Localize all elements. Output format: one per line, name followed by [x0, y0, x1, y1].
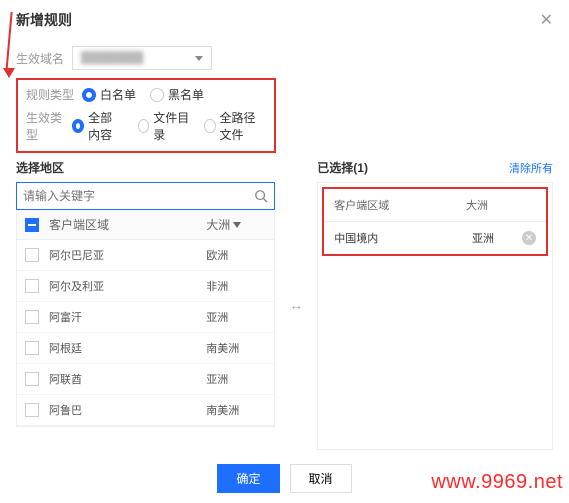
radio-full-path[interactable]: 全路径文件 [204, 109, 266, 143]
selected-column: 已选择(1) 清除所有 客户端区域 大洲 中国境内 亚洲 ✕ [317, 159, 553, 450]
scope-type-row: 生效类型 全部内容 文件目录 全路径文件 [26, 109, 266, 143]
scope-type-group: 全部内容 文件目录 全路径文件 [72, 109, 266, 143]
radio-file-dir[interactable]: 文件目录 [138, 109, 190, 143]
item-name: 中国境内 [334, 230, 472, 246]
selected-title: 已选择(1) [317, 159, 368, 176]
transfer-columns: 选择地区 客户端区域 大洲 阿尔巴尼亚欧洲 阿尔及利亚非洲 阿富汗亚洲 [16, 159, 553, 450]
radio-label: 全路径文件 [220, 109, 266, 143]
search-icon[interactable] [254, 189, 268, 203]
annotation-arrow [2, 12, 16, 82]
dialog: 新增规则 ✕ 生效域名 ████████ 规则类型 白名单 黑名单 生效 [0, 0, 569, 503]
item-continent: 南美洲 [206, 402, 266, 418]
domain-row: 生效域名 ████████ [16, 46, 553, 70]
annotated-selection-box: 客户端区域 大洲 中国境内 亚洲 ✕ [322, 187, 548, 256]
item-continent: 亚洲 [206, 309, 266, 325]
item-continent: 非洲 [206, 278, 266, 294]
radio-icon [138, 119, 149, 133]
checkbox[interactable] [25, 403, 39, 417]
available-title: 选择地区 [16, 159, 64, 176]
confirm-button[interactable]: 确定 [217, 464, 279, 493]
item-continent: 南美洲 [206, 340, 266, 356]
item-continent: 亚洲 [206, 371, 266, 387]
radio-blacklist[interactable]: 黑名单 [150, 86, 204, 103]
search-input[interactable] [23, 189, 254, 203]
available-header: 选择地区 [16, 159, 275, 176]
item-name: 阿鲁巴 [49, 402, 206, 418]
item-name: 阿联酋 [49, 371, 206, 387]
col-continent[interactable]: 大洲 [206, 216, 266, 233]
filter-icon [233, 222, 241, 228]
rule-type-row: 规则类型 白名单 黑名单 [26, 86, 266, 103]
domain-label: 生效域名 [16, 50, 72, 67]
list-item[interactable]: 阿联酋亚洲 [17, 364, 274, 395]
item-name: 阿尔巴尼亚 [49, 247, 206, 263]
selected-box: 客户端区域 大洲 中国境内 亚洲 ✕ [317, 182, 553, 450]
close-icon[interactable]: ✕ [540, 10, 553, 30]
radio-icon-selected [72, 119, 84, 133]
rule-type-label: 规则类型 [26, 86, 82, 103]
scope-type-label: 生效类型 [26, 109, 72, 143]
available-column: 选择地区 客户端区域 大洲 阿尔巴尼亚欧洲 阿尔及利亚非洲 阿富汗亚洲 [16, 159, 275, 450]
swap-icon[interactable]: ↔ [285, 159, 307, 450]
item-name: 阿富汗 [49, 309, 206, 325]
checkbox[interactable] [25, 341, 39, 355]
radio-label: 黑名单 [168, 86, 204, 103]
watermark: www.9969.net [431, 471, 563, 494]
cancel-button[interactable]: 取消 [290, 464, 352, 493]
selected-list-header: 客户端区域 大洲 [324, 189, 546, 222]
list-item[interactable]: 阿尔及利亚非洲 [17, 271, 274, 302]
list-header: 客户端区域 大洲 [16, 210, 275, 240]
checkbox[interactable] [25, 248, 39, 262]
checkbox[interactable] [25, 372, 39, 386]
list-item[interactable]: 阿富汗亚洲 [17, 302, 274, 333]
col-continent: 大洲 [466, 197, 536, 213]
radio-icon [150, 88, 164, 102]
col-client-region: 客户端区域 [334, 197, 466, 213]
list-item[interactable]: 阿根廷南美洲 [17, 333, 274, 364]
selected-header: 已选择(1) 清除所有 [317, 159, 553, 176]
list-item[interactable]: 阿鲁巴南美洲 [17, 395, 274, 426]
item-name: 阿根廷 [49, 340, 206, 356]
remove-icon[interactable]: ✕ [522, 231, 536, 245]
domain-value: ████████ [81, 52, 143, 64]
selected-item: 中国境内 亚洲 ✕ [324, 222, 546, 254]
dialog-header: 新增规则 ✕ [16, 10, 553, 38]
rule-type-group: 白名单 黑名单 [82, 86, 204, 103]
list-item[interactable]: 阿尔巴尼亚欧洲 [17, 240, 274, 271]
item-continent: 亚洲 [472, 230, 522, 246]
dialog-title: 新增规则 [16, 10, 72, 30]
search-wrap [16, 182, 275, 210]
radio-label: 文件目录 [153, 109, 190, 143]
col-client-region: 客户端区域 [49, 216, 206, 233]
item-name: 阿尔及利亚 [49, 278, 206, 294]
radio-all-content[interactable]: 全部内容 [72, 109, 124, 143]
clear-all-link[interactable]: 清除所有 [509, 160, 553, 176]
checkbox[interactable] [25, 279, 39, 293]
annotated-options-box: 规则类型 白名单 黑名单 生效类型 全部内容 [16, 78, 276, 153]
available-list[interactable]: 阿尔巴尼亚欧洲 阿尔及利亚非洲 阿富汗亚洲 阿根廷南美洲 阿联酋亚洲 阿鲁巴南美… [16, 240, 275, 427]
radio-icon-selected [82, 88, 96, 102]
domain-select[interactable]: ████████ [72, 46, 212, 70]
radio-label: 全部内容 [88, 109, 124, 143]
chevron-down-icon [195, 56, 203, 61]
radio-label: 白名单 [100, 86, 136, 103]
radio-icon [204, 119, 215, 133]
item-continent: 欧洲 [206, 247, 266, 263]
select-all-checkbox[interactable] [25, 218, 39, 232]
checkbox[interactable] [25, 310, 39, 324]
radio-whitelist[interactable]: 白名单 [82, 86, 136, 103]
